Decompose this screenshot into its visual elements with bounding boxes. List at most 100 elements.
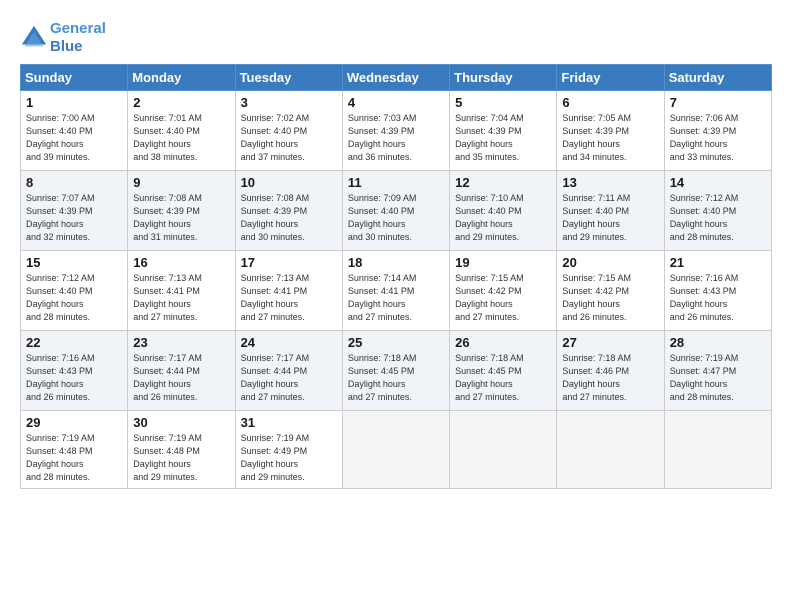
calendar-day-cell <box>664 411 771 489</box>
day-number: 9 <box>133 175 229 190</box>
day-number: 11 <box>348 175 444 190</box>
day-number: 17 <box>241 255 337 270</box>
calendar-day-cell: 25 Sunrise: 7:18 AMSunset: 4:45 PMDayligh… <box>342 331 449 411</box>
calendar-day-cell: 29 Sunrise: 7:19 AMSunset: 4:48 PMDayligh… <box>21 411 128 489</box>
calendar-day-header: Sunday <box>21 65 128 91</box>
calendar-day-cell: 30 Sunrise: 7:19 AMSunset: 4:48 PMDayligh… <box>128 411 235 489</box>
calendar-day-cell: 28 Sunrise: 7:19 AMSunset: 4:47 PMDayligh… <box>664 331 771 411</box>
day-info: Sunrise: 7:16 AMSunset: 4:43 PMDaylight … <box>26 352 122 404</box>
calendar-day-cell: 22 Sunrise: 7:16 AMSunset: 4:43 PMDayligh… <box>21 331 128 411</box>
day-info: Sunrise: 7:13 AMSunset: 4:41 PMDaylight … <box>133 272 229 324</box>
calendar-day-cell: 2 Sunrise: 7:01 AMSunset: 4:40 PMDaylight… <box>128 91 235 171</box>
calendar-day-header: Thursday <box>450 65 557 91</box>
day-info: Sunrise: 7:11 AMSunset: 4:40 PMDaylight … <box>562 192 658 244</box>
calendar-day-cell: 3 Sunrise: 7:02 AMSunset: 4:40 PMDaylight… <box>235 91 342 171</box>
day-info: Sunrise: 7:13 AMSunset: 4:41 PMDaylight … <box>241 272 337 324</box>
day-info: Sunrise: 7:04 AMSunset: 4:39 PMDaylight … <box>455 112 551 164</box>
calendar-day-cell <box>557 411 664 489</box>
day-info: Sunrise: 7:17 AMSunset: 4:44 PMDaylight … <box>133 352 229 404</box>
day-number: 13 <box>562 175 658 190</box>
header: General Blue <box>20 16 772 56</box>
calendar-day-cell: 27Sunrise: 7:18 AMSunset: 4:46 PMDayligh… <box>557 331 664 411</box>
calendar-day-header: Wednesday <box>342 65 449 91</box>
day-info: Sunrise: 7:15 AMSunset: 4:42 PMDaylight … <box>562 272 658 324</box>
calendar-day-header: Monday <box>128 65 235 91</box>
page-container: General Blue SundayMondayTuesdayWednesda… <box>0 0 792 499</box>
calendar-day-cell: 13 Sunrise: 7:11 AMSunset: 4:40 PMDayligh… <box>557 171 664 251</box>
calendar-day-cell: 23 Sunrise: 7:17 AMSunset: 4:44 PMDayligh… <box>128 331 235 411</box>
calendar-week-row: 29 Sunrise: 7:19 AMSunset: 4:48 PMDayligh… <box>21 411 772 489</box>
calendar-day-cell: 6Sunrise: 7:05 AMSunset: 4:39 PMDaylight… <box>557 91 664 171</box>
day-number: 5 <box>455 95 551 110</box>
logo-blue: Blue <box>50 38 83 55</box>
day-info: Sunrise: 7:02 AMSunset: 4:40 PMDaylight … <box>241 112 337 164</box>
day-info: Sunrise: 7:14 AMSunset: 4:41 PMDaylight … <box>348 272 444 324</box>
day-info: Sunrise: 7:18 AMSunset: 4:46 PMDaylight … <box>562 352 658 404</box>
logo-general: General <box>50 20 106 37</box>
day-info: Sunrise: 7:03 AMSunset: 4:39 PMDaylight … <box>348 112 444 164</box>
calendar-day-cell: 11Sunrise: 7:09 AMSunset: 4:40 PMDayligh… <box>342 171 449 251</box>
day-info: Sunrise: 7:15 AMSunset: 4:42 PMDaylight … <box>455 272 551 324</box>
day-info: Sunrise: 7:12 AMSunset: 4:40 PMDaylight … <box>670 192 766 244</box>
day-info: Sunrise: 7:10 AMSunset: 4:40 PMDaylight … <box>455 192 551 244</box>
day-info: Sunrise: 7:19 AMSunset: 4:48 PMDaylight … <box>133 432 229 484</box>
day-info: Sunrise: 7:17 AMSunset: 4:44 PMDaylight … <box>241 352 337 404</box>
calendar-day-cell: 10 Sunrise: 7:08 AMSunset: 4:39 PMDayligh… <box>235 171 342 251</box>
calendar-day-cell: 15 Sunrise: 7:12 AMSunset: 4:40 PMDayligh… <box>21 251 128 331</box>
day-number: 16 <box>133 255 229 270</box>
day-number: 31 <box>241 415 337 430</box>
day-number: 25 <box>348 335 444 350</box>
day-number: 2 <box>133 95 229 110</box>
day-info: Sunrise: 7:18 AMSunset: 4:45 PMDaylight … <box>455 352 551 404</box>
calendar-day-cell: 19Sunrise: 7:15 AMSunset: 4:42 PMDayligh… <box>450 251 557 331</box>
calendar-day-cell: 31 Sunrise: 7:19 AMSunset: 4:49 PMDayligh… <box>235 411 342 489</box>
calendar-day-header: Saturday <box>664 65 771 91</box>
calendar-day-header: Friday <box>557 65 664 91</box>
day-number: 14 <box>670 175 766 190</box>
logo: General Blue <box>20 20 106 56</box>
day-info: Sunrise: 7:19 AMSunset: 4:49 PMDaylight … <box>241 432 337 484</box>
calendar-table: SundayMondayTuesdayWednesdayThursdayFrid… <box>20 64 772 489</box>
day-info: Sunrise: 7:00 AMSunset: 4:40 PMDaylight … <box>26 112 122 164</box>
day-number: 12 <box>455 175 551 190</box>
day-number: 30 <box>133 415 229 430</box>
calendar-day-cell: 17 Sunrise: 7:13 AMSunset: 4:41 PMDayligh… <box>235 251 342 331</box>
day-number: 15 <box>26 255 122 270</box>
day-number: 8 <box>26 175 122 190</box>
day-info: Sunrise: 7:16 AMSunset: 4:43 PMDaylight … <box>670 272 766 324</box>
calendar-day-cell: 7Sunrise: 7:06 AMSunset: 4:39 PMDaylight… <box>664 91 771 171</box>
calendar-day-cell: 26Sunrise: 7:18 AMSunset: 4:45 PMDayligh… <box>450 331 557 411</box>
day-info: Sunrise: 7:06 AMSunset: 4:39 PMDaylight … <box>670 112 766 164</box>
day-number: 24 <box>241 335 337 350</box>
calendar-day-cell: 20 Sunrise: 7:15 AMSunset: 4:42 PMDayligh… <box>557 251 664 331</box>
day-info: Sunrise: 7:12 AMSunset: 4:40 PMDaylight … <box>26 272 122 324</box>
day-number: 10 <box>241 175 337 190</box>
logo-icon <box>20 24 48 52</box>
day-info: Sunrise: 7:05 AMSunset: 4:39 PMDaylight … <box>562 112 658 164</box>
day-number: 21 <box>670 255 766 270</box>
calendar-day-cell <box>342 411 449 489</box>
calendar-day-cell: 24 Sunrise: 7:17 AMSunset: 4:44 PMDayligh… <box>235 331 342 411</box>
day-info: Sunrise: 7:19 AMSunset: 4:47 PMDaylight … <box>670 352 766 404</box>
day-number: 18 <box>348 255 444 270</box>
day-info: Sunrise: 7:19 AMSunset: 4:48 PMDaylight … <box>26 432 122 484</box>
day-number: 20 <box>562 255 658 270</box>
calendar-day-cell: 1 Sunrise: 7:00 AMSunset: 4:40 PMDaylight… <box>21 91 128 171</box>
day-number: 1 <box>26 95 122 110</box>
day-number: 28 <box>670 335 766 350</box>
day-number: 23 <box>133 335 229 350</box>
day-number: 22 <box>26 335 122 350</box>
day-number: 3 <box>241 95 337 110</box>
day-info: Sunrise: 7:08 AMSunset: 4:39 PMDaylight … <box>241 192 337 244</box>
calendar-day-cell: 9Sunrise: 7:08 AMSunset: 4:39 PMDaylight… <box>128 171 235 251</box>
calendar-week-row: 22 Sunrise: 7:16 AMSunset: 4:43 PMDayligh… <box>21 331 772 411</box>
day-number: 29 <box>26 415 122 430</box>
day-info: Sunrise: 7:01 AMSunset: 4:40 PMDaylight … <box>133 112 229 164</box>
calendar-day-cell: 4Sunrise: 7:03 AMSunset: 4:39 PMDaylight… <box>342 91 449 171</box>
calendar-day-cell: 18 Sunrise: 7:14 AMSunset: 4:41 PMDayligh… <box>342 251 449 331</box>
calendar-week-row: 8Sunrise: 7:07 AMSunset: 4:39 PMDaylight… <box>21 171 772 251</box>
calendar-day-cell: 21 Sunrise: 7:16 AMSunset: 4:43 PMDayligh… <box>664 251 771 331</box>
calendar-day-cell: 16 Sunrise: 7:13 AMSunset: 4:41 PMDayligh… <box>128 251 235 331</box>
day-info: Sunrise: 7:18 AMSunset: 4:45 PMDaylight … <box>348 352 444 404</box>
calendar-week-row: 15 Sunrise: 7:12 AMSunset: 4:40 PMDayligh… <box>21 251 772 331</box>
